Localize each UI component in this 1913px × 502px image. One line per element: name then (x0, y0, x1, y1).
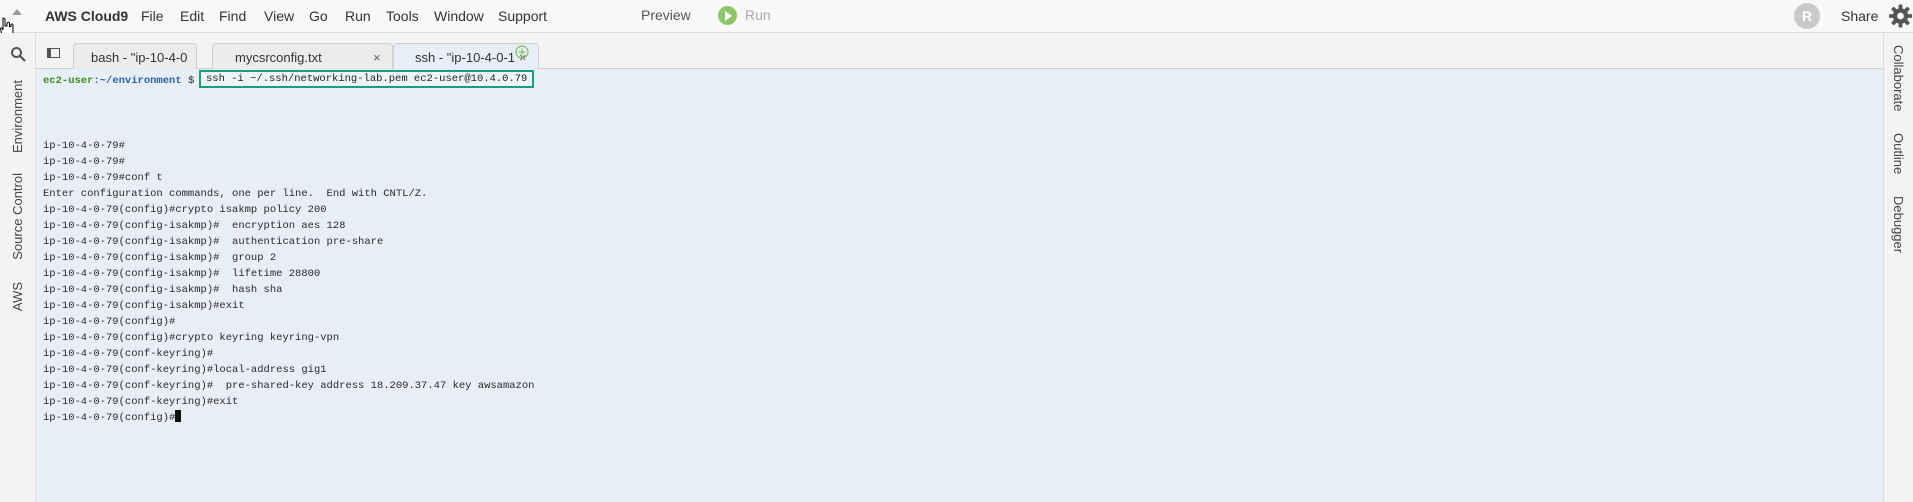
avatar[interactable]: R (1794, 3, 1820, 29)
chevron-up-icon[interactable] (12, 9, 22, 15)
menu-tools[interactable]: Tools (386, 8, 419, 24)
preview-button[interactable]: Preview (641, 7, 691, 23)
terminal-line: ip-10-4-0-79# (43, 140, 125, 152)
menu-file[interactable]: File (141, 8, 164, 24)
tab-mycsrconfig-label: mycsrconfig.txt (235, 50, 322, 65)
share-button[interactable]: Share (1841, 8, 1878, 24)
current-prompt: ip-10-4-0-79(config)# (43, 412, 176, 424)
gear-icon[interactable] (1888, 3, 1913, 29)
menu-window[interactable]: Window (434, 8, 484, 24)
tab-bash[interactable]: bash - "ip-10-4-0 × (73, 43, 197, 69)
terminal-line: ip-10-4-0-79(conf-keyring)# pre-shared-k… (43, 380, 535, 392)
menu-bar: AWS Cloud9 File Edit Find View Go Run To… (0, 0, 1913, 33)
terminal-line: Enter configuration commands, one per li… (43, 188, 428, 200)
brand-menu[interactable]: AWS Cloud9 (45, 8, 128, 24)
terminal-line: ip-10-4-0-79(config)# (43, 316, 176, 328)
close-icon[interactable]: × (373, 50, 381, 65)
search-icon[interactable] (10, 46, 26, 62)
tab-environment[interactable]: Environment (10, 80, 25, 153)
terminal[interactable]: ec2-user:~/environment $ ssh -i ~/.ssh/n… (36, 69, 1883, 502)
terminal-output: ip-10-4-0-79# ip-10-4-0-79# ip-10-4-0-79… (43, 138, 534, 426)
terminal-line: ip-10-4-0-79(config)#crypto isakmp polic… (43, 204, 327, 216)
tab-source-control[interactable]: Source Control (10, 173, 25, 260)
terminal-current-line[interactable]: ip-10-4-0-79(config)# (43, 410, 534, 426)
pane-menu-icon[interactable] (47, 48, 60, 58)
menu-find[interactable]: Find (219, 8, 246, 24)
tab-ssh-label: ssh - "ip-10-4-0-1 (415, 50, 515, 65)
tab-mycsrconfig[interactable]: mycsrconfig.txt × (212, 43, 393, 69)
terminal-line: ip-10-4-0-79(conf-keyring)# (43, 348, 214, 360)
terminal-line: ip-10-4-0-79(config-isakmp)# lifetime 28… (43, 268, 321, 280)
terminal-line: ip-10-4-0-79# (43, 156, 125, 168)
terminal-line: ip-10-4-0-79(config-isakmp)# group 2 (43, 252, 277, 264)
prompt-symbol: $ (181, 75, 195, 87)
menu-edit[interactable]: Edit (180, 8, 204, 24)
highlighted-ssh-command: ssh -i ~/.ssh/networking-lab.pem ec2-use… (199, 70, 535, 88)
tab-debugger[interactable]: Debugger (1891, 196, 1906, 253)
tab-outline[interactable]: Outline (1891, 133, 1906, 174)
plus-circle-icon[interactable] (515, 45, 529, 59)
terminal-line: ip-10-4-0-79#conf t (43, 172, 163, 184)
terminal-line: ip-10-4-0-79(conf-keyring)#exit (43, 396, 239, 408)
tab-bash-label: bash - "ip-10-4-0 (91, 50, 188, 65)
tab-aws[interactable]: AWS (10, 282, 25, 311)
menu-run[interactable]: Run (345, 8, 371, 24)
terminal-line: ip-10-4-0-79(config)#crypto keyring keyr… (43, 332, 340, 344)
terminal-line: ip-10-4-0-79(config-isakmp)# hash sha (43, 284, 283, 296)
right-sidebar: Collaborate Outline Debugger (1883, 33, 1913, 502)
tab-collaborate[interactable]: Collaborate (1891, 45, 1906, 112)
menu-go[interactable]: Go (309, 8, 328, 24)
terminal-line: ip-10-4-0-79(config-isakmp)# authenticat… (43, 236, 384, 248)
run-label: Run (745, 7, 771, 23)
terminal-line: ip-10-4-0-79(config-isakmp)#exit (43, 300, 245, 312)
prompt-user: ec2-user (43, 75, 94, 87)
terminal-caret (175, 410, 182, 422)
play-icon (718, 6, 737, 25)
prompt-path: :~/environment (93, 75, 182, 87)
menu-view[interactable]: View (264, 8, 294, 24)
terminal-line: ip-10-4-0-79(conf-keyring)#local-address… (43, 364, 327, 376)
terminal-line: ip-10-4-0-79(config-isakmp)# encryption … (43, 220, 346, 232)
menu-support[interactable]: Support (498, 8, 547, 24)
cloud9-ide: AWS Cloud9 File Edit Find View Go Run To… (0, 0, 1913, 502)
left-sidebar: Environment Source Control AWS (0, 33, 36, 502)
shell-prompt: ec2-user:~/environment $ (43, 75, 194, 87)
editor-tab-bar: bash - "ip-10-4-0 × mycsrconfig.txt × ss… (36, 33, 1883, 70)
